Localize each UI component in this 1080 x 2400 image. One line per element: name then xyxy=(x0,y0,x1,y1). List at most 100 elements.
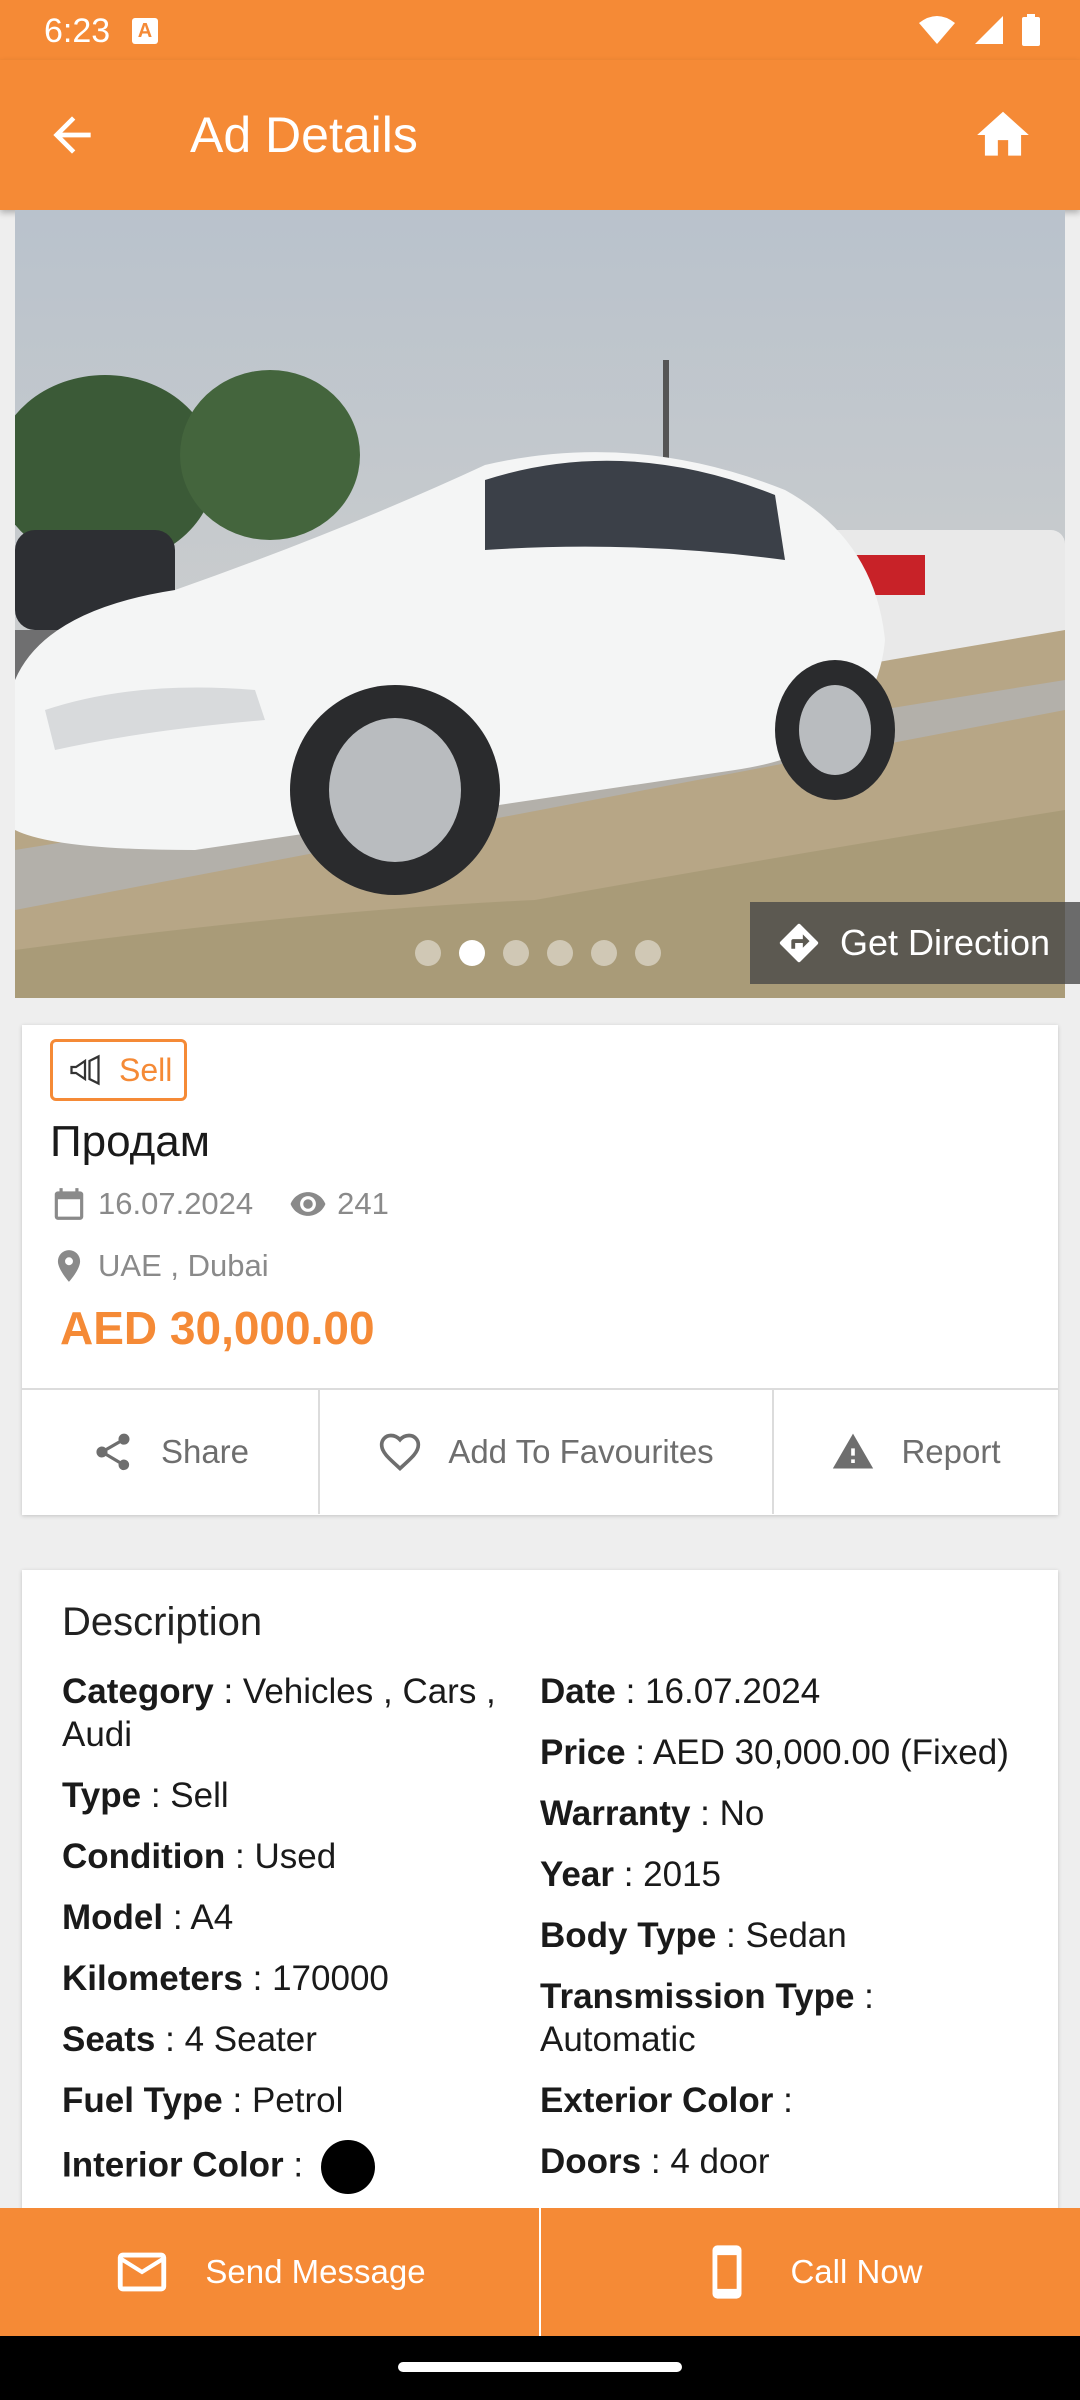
location-pin-icon xyxy=(57,1250,81,1282)
detail-row-warranty: Warranty : No xyxy=(540,1794,765,1833)
detail-value: Sedan xyxy=(745,1916,847,1955)
detail-label: Year xyxy=(540,1855,614,1894)
share-button[interactable]: Share xyxy=(22,1390,320,1514)
eye-icon xyxy=(290,1192,326,1216)
ad-location: UAE , Dubai xyxy=(50,1247,269,1285)
status-icons xyxy=(918,14,1040,46)
ad-summary-card: Sell Продам 16.07.2024 241 UAE , Dubai A… xyxy=(22,1025,1058,1515)
directions-icon xyxy=(779,923,819,963)
add-to-favourites-button[interactable]: Add To Favourites xyxy=(320,1390,774,1514)
page-dot[interactable] xyxy=(591,940,617,966)
system-nav-bar xyxy=(0,2336,1080,2400)
detail-label: Interior Color xyxy=(62,2145,284,2185)
detail-row-seats: Seats : 4 Seater xyxy=(62,2020,317,2059)
calendar-icon xyxy=(54,1188,84,1220)
battery-icon xyxy=(1022,14,1040,46)
description-card: Description Category : Vehicles , Cars ,… xyxy=(22,1570,1058,2290)
page-dot-active[interactable] xyxy=(459,940,485,966)
detail-row-price: Price : AED 30,000.00 (Fixed) xyxy=(540,1733,1009,1772)
call-now-label: Call Now xyxy=(790,2253,923,2290)
report-label: Report xyxy=(901,1433,1001,1470)
detail-row-fuel-type: Fuel Type : Petrol xyxy=(62,2081,344,2120)
detail-value: No xyxy=(719,1794,765,1833)
detail-row-body-type: Body Type : Sedan xyxy=(540,1916,847,1955)
description-title: Description xyxy=(62,1600,263,1644)
page-title: Ad Details xyxy=(190,107,418,163)
get-direction-label: Get Direction xyxy=(840,922,1051,963)
car-photo xyxy=(15,210,1065,998)
bottom-action-bar: Send Message Call Now xyxy=(0,2208,1080,2336)
detail-label: Fuel Type xyxy=(62,2081,223,2120)
ad-date: 16.07.2024 xyxy=(98,1186,254,1221)
page-dot[interactable] xyxy=(547,940,573,966)
detail-value: A4 xyxy=(190,1898,234,1937)
ad-title: Продам xyxy=(50,1117,210,1166)
ad-views: 241 xyxy=(289,1185,389,1223)
home-icon[interactable] xyxy=(972,104,1034,166)
detail-row-condition: Condition : Used xyxy=(62,1837,337,1876)
back-arrow-icon[interactable] xyxy=(44,107,100,163)
share-icon xyxy=(96,1433,130,1471)
detail-value: 170000 xyxy=(272,1959,389,1998)
detail-row-type: Type : Sell xyxy=(62,1776,229,1815)
detail-value: 16.07.2024 xyxy=(645,1672,821,1711)
send-message-label: Send Message xyxy=(205,2253,426,2290)
signal-icon xyxy=(975,16,1003,44)
detail-row-year: Year : 2015 xyxy=(540,1855,722,1894)
report-button[interactable]: Report xyxy=(774,1390,1058,1514)
location-text: UAE , Dubai xyxy=(98,1248,269,1283)
details-left-column: Category : Vehicles , Cars , Audi Type :… xyxy=(62,1670,522,2212)
status-bar: 6:23 A xyxy=(0,0,1080,60)
detail-row-interior-color: Interior Color : xyxy=(62,2140,522,2194)
image-gallery[interactable] xyxy=(15,210,1065,998)
detail-row-doors: Doors : 4 door xyxy=(540,2142,770,2181)
send-message-button[interactable]: Send Message xyxy=(0,2208,541,2336)
detail-label: Kilometers xyxy=(62,1959,243,1998)
action-bar: Share Add To Favourites Report xyxy=(22,1388,1058,1514)
detail-label: Seats xyxy=(62,2020,156,2059)
detail-label: Price xyxy=(540,1733,626,1772)
ad-type-label: Sell xyxy=(119,1051,173,1088)
detail-row-model: Model : A4 xyxy=(62,1898,234,1937)
interior-color-swatch xyxy=(320,2140,375,2194)
call-now-button[interactable]: Call Now xyxy=(541,2208,1080,2336)
warning-icon xyxy=(833,1433,874,1469)
detail-value: Sell xyxy=(170,1776,229,1815)
megaphone-icon xyxy=(70,1054,100,1086)
detail-row-kilometers: Kilometers : 170000 xyxy=(62,1959,389,1998)
detail-label: Type xyxy=(62,1776,142,1815)
detail-row-date: Date : 16.07.2024 xyxy=(540,1672,821,1711)
detail-value: Petrol xyxy=(251,2081,344,2120)
view-count: 241 xyxy=(337,1186,389,1221)
page-dot[interactable] xyxy=(415,940,441,966)
page-dot[interactable] xyxy=(503,940,529,966)
share-label: Share xyxy=(160,1433,250,1470)
detail-label: Model xyxy=(62,1898,164,1937)
detail-value: 4 door xyxy=(670,2142,770,2181)
detail-label: Warranty xyxy=(540,1794,691,1833)
ad-meta: 16.07.2024 241 xyxy=(50,1185,389,1223)
detail-label: Doors xyxy=(540,2142,642,2181)
heart-icon xyxy=(380,1433,421,1472)
detail-row-category: Category : Vehicles , Cars , Audi xyxy=(62,1672,496,1754)
page-dot[interactable] xyxy=(635,940,661,966)
detail-label: Date xyxy=(540,1672,616,1711)
detail-value: 2015 xyxy=(643,1855,722,1894)
home-gesture-handle[interactable] xyxy=(398,2362,682,2372)
get-direction-button[interactable]: Get Direction xyxy=(750,902,1080,984)
detail-label: Transmission Type xyxy=(540,1977,855,2016)
status-time: 6:23 xyxy=(44,12,111,50)
detail-label: Exterior Color xyxy=(540,2081,774,2120)
phone-icon xyxy=(712,2245,742,2299)
detail-label: Body Type xyxy=(540,1916,717,1955)
wifi-icon xyxy=(919,16,955,44)
envelope-icon xyxy=(118,2252,167,2292)
favourites-label: Add To Favourites xyxy=(448,1433,714,1470)
gallery-pagination xyxy=(415,940,661,966)
details-right-column: Date : 16.07.2024 Price : AED 30,000.00 … xyxy=(540,1670,1010,2201)
detail-value: 4 Seater xyxy=(184,2020,317,2059)
detail-value: Used xyxy=(254,1837,337,1876)
notification-a-icon: A xyxy=(132,18,158,44)
detail-value: Automatic xyxy=(540,2020,696,2059)
detail-row-transmission: Transmission Type : Automatic xyxy=(540,1977,874,2059)
